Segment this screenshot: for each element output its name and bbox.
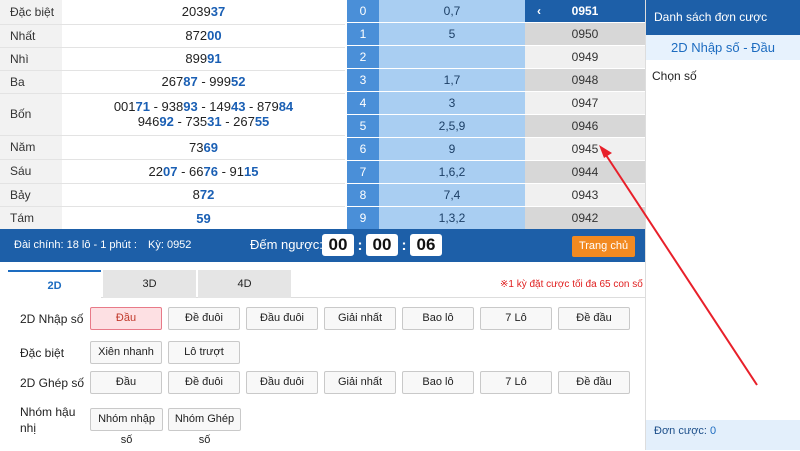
annotation-arrow [599,145,758,386]
